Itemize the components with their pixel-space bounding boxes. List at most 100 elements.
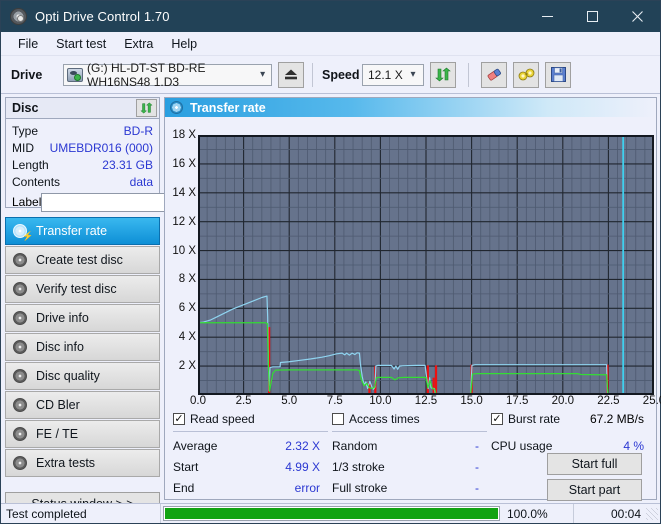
sidebar-item-label: Disc info [36,340,84,354]
stat-value: - [475,438,479,453]
sidebar-item-drive-info[interactable]: Drive info [5,304,160,332]
disc-row-key: Length [12,157,49,172]
disc-icon [12,368,29,384]
toolbar-separator-1 [312,62,313,87]
burst-rate-checkbox-row[interactable]: Burst rate 67.2 MB/s [491,409,646,429]
disc-info-rows: Type BD-R MID UMEBDR016 (000) Length 23.… [6,119,245,212]
stat-value: 2.32 X [285,438,320,453]
stat-value: error [294,480,320,495]
sidebar-item-transfer-rate[interactable]: ⚡ Transfer rate [5,217,160,245]
access-times-checkbox-row[interactable]: Access times [332,409,491,429]
stat-key: Start [173,459,199,474]
stats-col-burst-rate: Burst rate 67.2 MB/s CPU usage 4 % Start… [491,409,646,501]
drive-select[interactable]: (G:) HL-DT-ST BD-RE WH16NS48 1.D3 ▾ [63,60,272,89]
status-bar: Test completed 100.0% 00:04 [1,503,660,523]
sidebar-item-fe-te[interactable]: FE / TE [5,420,160,448]
stat-key: Average [173,438,218,453]
sidebar-item-label: CD Bler [36,398,80,412]
transfer-rate-chart: Read speed RPM 2 X4 X6 X8 X10 X12 X14 X1… [165,117,661,407]
binoculars-icon [518,68,534,81]
y-tick-label: 10 X [172,244,196,257]
disc-row-value: UMEBDR016 (000) [49,140,153,155]
progress-percent: 100.0% [502,504,574,523]
erase-button[interactable] [481,61,507,88]
burst-rate-checkbox-label: Burst rate [508,412,561,426]
eject-button[interactable] [278,61,304,88]
close-icon[interactable] [615,1,660,32]
maximize-icon[interactable] [570,1,615,32]
sidebar-nav: ⚡ Transfer rate Create test disc Verify … [5,217,160,516]
access-times-checkbox[interactable] [332,413,344,425]
sidebar-item-label: Verify test disc [36,282,117,296]
start-full-button[interactable]: Start full [547,453,642,475]
stat-value: - [475,459,479,474]
stat-key: 1/3 stroke [332,459,385,474]
sidebar-item-create-test-disc[interactable]: Create test disc [5,246,160,274]
stat-value: 4 % [623,438,644,453]
panel-header: Transfer rate [165,98,656,117]
stat-end: End error [173,477,332,498]
menu-item-help[interactable]: Help [162,35,206,53]
y-tick-label: 6 X [178,302,196,315]
disc-icon [12,339,29,355]
resize-grip-icon[interactable] [646,507,658,520]
stat-value: - [475,480,479,495]
refresh-button[interactable] [430,61,456,88]
save-button[interactable] [545,61,571,88]
disc-row-mid: MID UMEBDR016 (000) [12,139,153,156]
stat-average: Average 2.32 X [173,435,332,456]
stats-col-read-speed: Read speed Average 2.32 X Start 4.99 X E… [173,409,332,498]
refresh-icon [435,67,451,82]
menu-item-file[interactable]: File [9,35,47,53]
speed-select[interactable]: 12.1 X ▾ [362,63,424,86]
sidebar-item-extra-tests[interactable]: Extra tests [5,449,160,477]
sidebar-item-disc-info[interactable]: Disc info [5,333,160,361]
transfer-rate-panel: Transfer rate Read speed RPM 2 X4 X6 X8 … [164,97,661,501]
y-tick-label: 16 X [172,157,196,170]
y-tick-label: 18 X [172,129,196,141]
burst-rate-checkbox[interactable] [491,413,503,425]
chart-y-axis: 2 X 4 X 6 X 8 X 10 X 12 X 14 X 16 X 18 X [165,117,198,403]
stat-value: 4.99 X [285,459,320,474]
drive-select-value: (G:) HL-DT-ST BD-RE WH16NS48 1.D3 [87,60,206,89]
stats-panel: Read speed Average 2.32 X Start 4.99 X E… [165,403,656,501]
menu-bar: File Start test Extra Help [1,32,660,56]
save-icon [550,67,566,82]
window-controls [525,1,660,32]
y-tick-label: 12 X [172,215,196,228]
scan-button[interactable] [513,61,539,88]
disc-row-key: Contents [12,174,61,189]
menu-item-start-test[interactable]: Start test [47,35,115,53]
y-tick-label: 2 X [178,360,196,373]
disc-icon [12,310,29,326]
read-speed-checkbox[interactable] [173,413,185,425]
read-speed-checkbox-row[interactable]: Read speed [173,409,332,429]
disc-icon [12,252,29,268]
disc-row-key: MID [12,140,34,155]
start-part-button[interactable]: Start part [547,479,642,501]
action-buttons: Start full Start part [547,453,642,505]
read-speed-checkbox-label: Read speed [190,412,255,426]
title-bar: Opti Drive Control 1.70 [1,1,660,32]
disc-icon [12,455,29,471]
stat-key: Random [332,438,378,453]
disc-icon [12,426,29,442]
drive-icon [67,67,83,82]
minimize-icon[interactable] [525,1,570,32]
stats-col-access-times: Access times Random - 1/3 stroke - Full … [332,409,491,498]
burst-rate-value: 67.2 MB/s [589,412,644,426]
drive-label: Drive [11,67,43,82]
refresh-icon [140,102,153,114]
sidebar-item-verify-test-disc[interactable]: Verify test disc [5,275,160,303]
sidebar-item-label: Extra tests [36,456,96,470]
sidebar-item-label: Create test disc [36,253,123,267]
disc-refresh-button[interactable] [136,99,157,117]
status-message: Test completed [1,504,161,523]
sidebar-item-cd-bler[interactable]: CD Bler [5,391,160,419]
sidebar-item-label: FE / TE [36,427,79,441]
stat-random: Random - [332,435,491,456]
sidebar-item-disc-quality[interactable]: Disc quality [5,362,160,390]
access-times-checkbox-label: Access times [349,412,420,426]
menu-item-extra[interactable]: Extra [115,35,162,53]
